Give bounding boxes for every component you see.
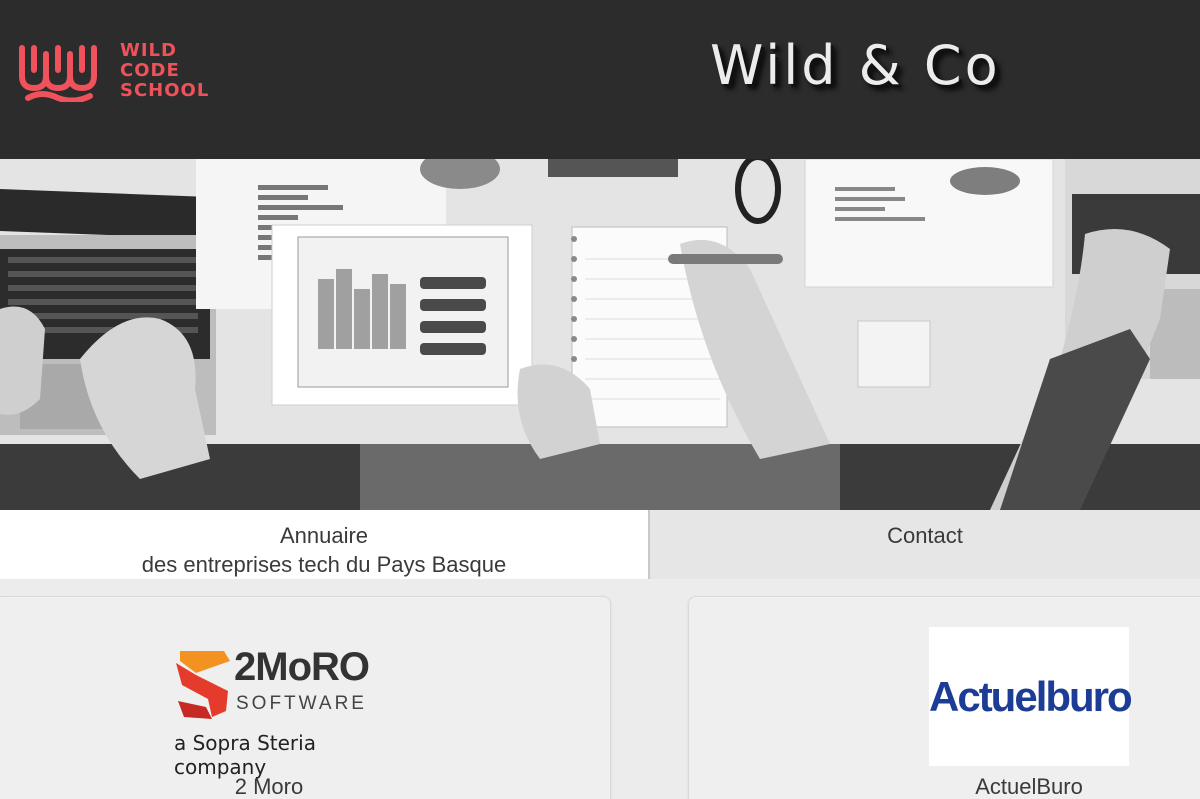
company-card-2moro[interactable]: 2MoRO SOFTWARE a Sopra Steria company 2 … bbox=[0, 596, 611, 799]
wild-code-school-icon bbox=[19, 45, 97, 102]
logo-line-wild: WILD bbox=[120, 40, 177, 61]
company-name: 2 Moro bbox=[234, 774, 304, 799]
2moro-logo-sub: SOFTWARE bbox=[236, 693, 367, 714]
nav-annuaire[interactable]: Annuaire des entreprises tech du Pays Ba… bbox=[0, 510, 648, 579]
logo-line-school: SCHOOL bbox=[120, 80, 210, 101]
actuelburo-logo: Actuelburo bbox=[929, 627, 1133, 766]
company-name: ActuelBuro bbox=[975, 774, 1083, 799]
hero-image bbox=[0, 159, 1200, 510]
actuelburo-logo-word: Actuelburo bbox=[929, 673, 1133, 720]
2moro-logo: 2MoRO SOFTWARE a Sopra Steria company bbox=[172, 643, 370, 779]
logo-line-code: CODE bbox=[120, 60, 180, 81]
2moro-logo-tagline: a Sopra Steria company bbox=[174, 731, 316, 779]
site-title: Wild & Co bbox=[710, 34, 1001, 97]
company-card-actuelburo[interactable]: Actuelburo ActuelBuro bbox=[688, 596, 1200, 799]
wild-code-school-logo[interactable]: WILD CODE SCHOOL bbox=[18, 40, 209, 102]
site-header: WILD CODE SCHOOL Wild & Co bbox=[0, 0, 1200, 159]
office-desk-photo bbox=[0, 159, 1200, 510]
main-nav: Annuaire des entreprises tech du Pays Ba… bbox=[0, 510, 1200, 579]
nav-annuaire-title: Annuaire bbox=[279, 523, 369, 548]
nav-contact[interactable]: Contact bbox=[648, 510, 1200, 579]
nav-annuaire-subtitle: des entreprises tech du Pays Basque bbox=[141, 552, 507, 577]
logo-text: WILD CODE SCHOOL bbox=[120, 41, 209, 101]
2moro-s-icon bbox=[176, 651, 230, 719]
2moro-logo-word: 2MoRO bbox=[234, 645, 370, 689]
